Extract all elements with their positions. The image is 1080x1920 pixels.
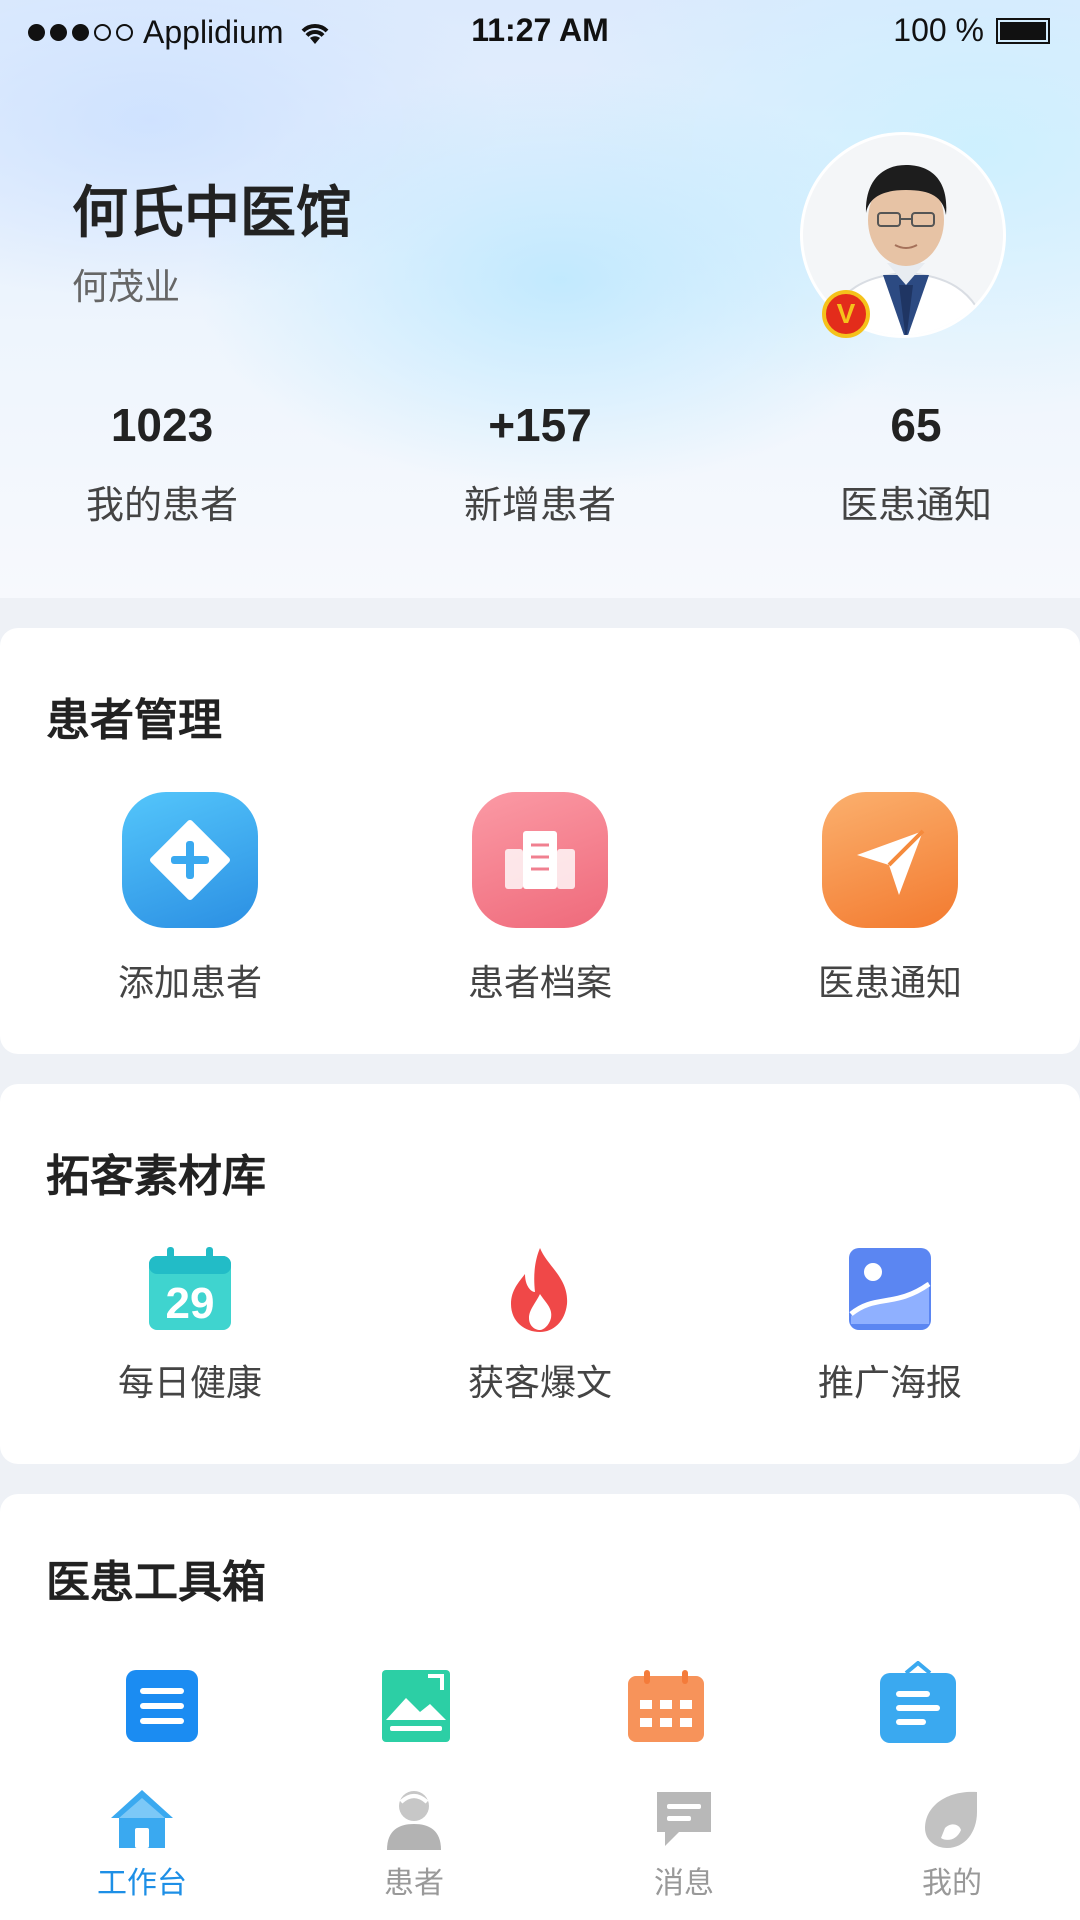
toolbox-card: 医患工具箱 [0, 1494, 1080, 1794]
stat-value: 1023 [110, 399, 214, 451]
stat-new-patients[interactable]: +157 新增患者 [410, 398, 670, 529]
tab-bar: 工作台 患者 消息 我的 [0, 1764, 1080, 1920]
message-icon [649, 1784, 719, 1854]
add-patient-icon [122, 792, 258, 928]
tab-label: 我的 [922, 1866, 982, 1901]
schedule-calendar-icon[interactable] [626, 1666, 706, 1746]
stat-label: 我的患者 [85, 483, 238, 527]
notification-button[interactable]: 医患通知 [770, 792, 1010, 1006]
patient-records-button[interactable]: 患者档案 [420, 792, 660, 1006]
battery-percent: 100 % [893, 12, 984, 48]
document-list-icon[interactable] [122, 1666, 202, 1746]
calendar-day: 29 [166, 1279, 215, 1328]
poster-image-icon [845, 1244, 935, 1334]
patient-management-card: 患者管理 添加患者 患者档案 医患通知 [0, 628, 1080, 1054]
tab-label: 消息 [654, 1866, 714, 1901]
header-hero: Applidium 11:27 AM 100 % 何氏中医馆 何茂业 V 102… [0, 0, 1080, 598]
material-library-card: 拓客素材库 29 每日健康 获客爆文 推广海报 [0, 1084, 1080, 1464]
viral-articles-button[interactable]: 获客爆文 [420, 1244, 660, 1406]
clipboard-icon[interactable] [878, 1660, 958, 1746]
tab-profile[interactable]: 我的 [852, 1784, 1052, 1902]
tab-label: 工作台 [97, 1866, 187, 1901]
notification-send-icon [822, 792, 958, 928]
tile-label: 医患通知 [817, 963, 962, 1004]
stat-notifications[interactable]: 65 医患通知 [786, 398, 1046, 529]
stat-label: 新增患者 [463, 483, 616, 527]
section-title: 医患工具箱 [46, 1557, 266, 1608]
profile-icon [917, 1784, 987, 1854]
tile-label: 添加患者 [117, 963, 262, 1004]
battery-icon [996, 17, 1050, 44]
tab-label: 患者 [384, 1866, 444, 1901]
home-icon [107, 1784, 177, 1854]
stat-label: 医患通知 [839, 483, 992, 527]
tile-label: 每日健康 [117, 1363, 262, 1404]
image-card-icon[interactable] [376, 1666, 456, 1746]
tab-messages[interactable]: 消息 [584, 1784, 784, 1902]
daily-health-button[interactable]: 29 每日健康 [70, 1244, 310, 1406]
tile-label: 获客爆文 [467, 1363, 612, 1404]
flame-icon [495, 1244, 585, 1334]
tab-workbench[interactable]: 工作台 [42, 1784, 242, 1902]
section-title: 拓客素材库 [46, 1151, 266, 1202]
stat-value: +157 [488, 399, 592, 451]
patient-records-icon [472, 792, 608, 928]
tile-label: 推广海报 [817, 1363, 962, 1404]
status-bar: Applidium 11:27 AM 100 % [0, 0, 1080, 64]
section-title: 患者管理 [46, 695, 222, 746]
tile-label: 患者档案 [467, 963, 612, 1004]
verified-badge-icon: V [822, 290, 870, 338]
clinic-name: 何氏中医馆 [72, 181, 352, 246]
tab-patients[interactable]: 患者 [314, 1784, 514, 1902]
calendar-29-icon: 29 [145, 1244, 235, 1334]
add-patient-button[interactable]: 添加患者 [70, 792, 310, 1006]
stat-my-patients[interactable]: 1023 我的患者 [32, 398, 292, 529]
patient-person-icon [379, 1784, 449, 1854]
stat-value: 65 [890, 399, 942, 451]
promo-poster-button[interactable]: 推广海报 [770, 1244, 1010, 1406]
doctor-name: 何茂业 [72, 267, 181, 308]
